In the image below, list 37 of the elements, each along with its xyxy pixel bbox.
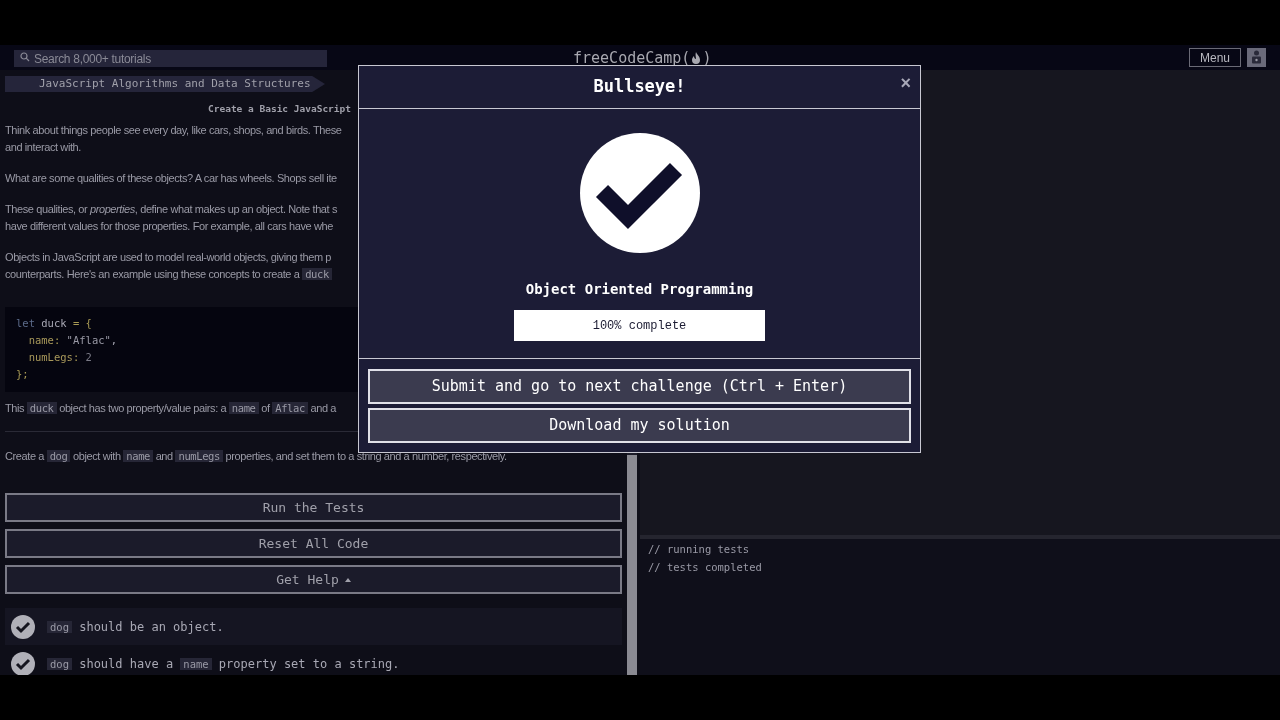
console-line: // running tests [648, 542, 751, 557]
scrollbar-thumb[interactable] [627, 455, 637, 675]
test-text: dog should have a name property set to a string. [47, 654, 400, 673]
action-button[interactable]: Reset All Code [5, 529, 622, 559]
test-text: dog should be an object. [47, 617, 224, 636]
check-circle-icon [579, 133, 700, 253]
description-line: What are some qualities of these objects? A car has wheels. Shops sell ite [5, 171, 337, 187]
logo-text: ) [702, 48, 712, 69]
description-line: have different values for those properties. For example, all cars have whe [5, 219, 333, 235]
avatar-icon[interactable] [1247, 48, 1266, 67]
action-button[interactable]: Run the Tests [5, 493, 622, 523]
logo-text: freeCodeCamp( [573, 48, 691, 69]
console-line: // tests completed [648, 559, 763, 575]
code-line: }; [16, 367, 29, 383]
description-line: counterparts. Here's an example using these concepts to create a duck [5, 266, 332, 284]
code-line: numLegs: 2 [27, 350, 92, 366]
description-line: This duck object has two property/value pairs: a name of Aflac and a [5, 401, 337, 417]
close-button[interactable]: × [900, 74, 911, 92]
code-line: let duck = { [16, 316, 92, 332]
search-field[interactable]: Search 8,000+ tutorials [14, 50, 327, 67]
description-line: Objects in JavaScript are used to model real-world objects, giving them p [5, 250, 332, 266]
description-line: and interact with. [5, 140, 81, 156]
modal-title: Bullseye! [593, 75, 686, 99]
challenge-title: Create a Basic JavaScript [208, 102, 351, 116]
breadcrumb-link[interactable]: JavaScript Algorithms and Data Structures [5, 76, 325, 92]
modal-button[interactable]: Submit and go to next challenge (Ctrl + Enter) [368, 369, 911, 404]
action-button[interactable]: Get Help [5, 565, 622, 595]
search-icon [20, 51, 30, 62]
code-line: name: "Aflac", [27, 333, 118, 349]
description-line: Create a dog object with name and numLegs properties, and set them to a string and a number, respectively. [5, 449, 507, 465]
caret-icon [344, 577, 351, 582]
flame-icon [690, 51, 703, 66]
modal-button[interactable]: Download my solution [368, 408, 911, 443]
menu-button[interactable]: Menu [1188, 48, 1241, 67]
course-name: Object Oriented Programming [525, 280, 754, 299]
description-line: Think about things people see every day, like cars, shops, and birds. These [5, 123, 342, 139]
progress-label: 100% complete [591, 317, 688, 335]
